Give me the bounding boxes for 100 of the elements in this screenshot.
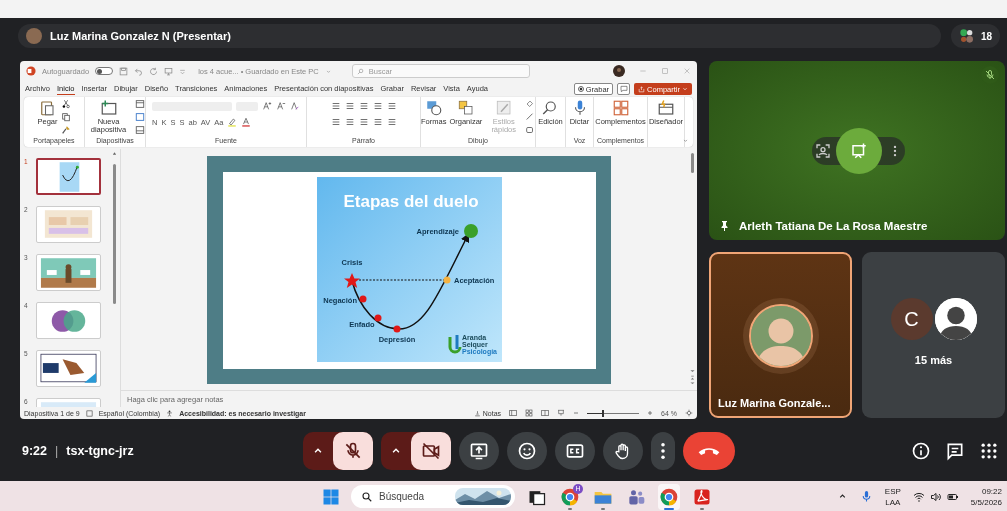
zoom-in-icon[interactable] — [647, 410, 654, 416]
input-language[interactable]: ESP — [884, 486, 901, 496]
styles-icon — [494, 99, 513, 117]
autosave-toggle[interactable] — [95, 67, 114, 75]
accessibility-icon — [166, 409, 174, 417]
slide-icon — [99, 99, 118, 117]
list-icon[interactable] — [358, 101, 369, 111]
chrome-icon — [560, 486, 580, 507]
reactions-button[interactable] — [507, 431, 547, 470]
scroll-up-icon — [111, 151, 117, 156]
frame-icon[interactable] — [814, 143, 831, 159]
scroll-icons[interactable] — [690, 368, 695, 386]
smiley-icon — [517, 440, 537, 461]
reading-view-icon[interactable] — [541, 409, 550, 417]
meeting-time: 9:22 — [22, 443, 48, 458]
presenter-label: Luz Marina Gonzalez N (Presentar) — [50, 30, 231, 42]
effects-icon[interactable] — [525, 125, 535, 135]
search-icon — [356, 68, 364, 75]
screen-pin-icon — [850, 142, 869, 160]
grid-icon — [611, 99, 630, 117]
normal-view-icon[interactable] — [509, 409, 518, 417]
info-icon — [911, 440, 931, 461]
clock-date[interactable]: 5/5/2026 — [970, 497, 1002, 507]
present-button[interactable] — [459, 431, 499, 470]
participants-count: 15 más — [914, 354, 953, 366]
stage-marker — [464, 223, 478, 238]
outline-icon[interactable] — [525, 112, 535, 122]
align-icon[interactable] — [330, 117, 341, 127]
microphone-button[interactable] — [333, 431, 373, 470]
shrink-font-icon[interactable] — [276, 101, 286, 111]
layout-icon[interactable] — [135, 99, 145, 109]
avatar — [613, 65, 625, 77]
section-icon[interactable] — [135, 125, 145, 135]
scissors-icon[interactable] — [60, 99, 71, 109]
slide-title: Etapas del duelo — [343, 191, 479, 211]
zoom-slider-thumb[interactable] — [601, 409, 604, 417]
app-icon — [26, 66, 36, 76]
caret-icon — [682, 86, 688, 92]
align-icon[interactable] — [372, 117, 383, 127]
present-icon[interactable] — [164, 66, 174, 76]
logo-icon — [448, 334, 462, 353]
grow-font-icon[interactable] — [262, 101, 272, 111]
search-icon — [361, 491, 373, 503]
slide-thumbnail[interactable] — [36, 158, 101, 195]
align-icon[interactable] — [358, 117, 369, 127]
avatar — [934, 298, 977, 340]
more-button[interactable] — [651, 431, 675, 470]
font-color-icon[interactable] — [241, 117, 252, 127]
stage-marker — [374, 314, 382, 321]
list-icon[interactable] — [386, 101, 397, 111]
captions-button[interactable] — [555, 431, 595, 470]
slideshow-icon[interactable] — [557, 409, 566, 417]
volume-icon[interactable] — [929, 490, 942, 503]
stage-marker — [443, 276, 451, 283]
clear-format-icon[interactable] — [290, 101, 300, 111]
participant-name: Arleth Tatiana De La Rosa Maestre — [739, 220, 928, 232]
camera-button[interactable] — [411, 431, 451, 470]
stage-marker — [359, 295, 367, 302]
list-icon[interactable] — [372, 101, 383, 111]
list-icon[interactable] — [344, 101, 355, 111]
meeting-code: tsx-tgnc-jrz — [66, 443, 134, 458]
designer-icon — [657, 99, 675, 117]
align-icon[interactable] — [344, 117, 355, 127]
align-icon[interactable] — [386, 117, 397, 127]
star-icon — [344, 272, 360, 288]
avatar — [748, 304, 813, 368]
reset-icon[interactable] — [135, 112, 145, 122]
avatar: C — [890, 298, 933, 340]
mic-off-icon — [343, 440, 363, 461]
stage-marker — [393, 325, 401, 332]
copy-icon[interactable] — [60, 112, 71, 122]
camera-off-icon — [421, 440, 441, 461]
pin-to-screen-button[interactable] — [836, 128, 883, 174]
more-icon — [661, 442, 665, 459]
end-call-button[interactable] — [683, 431, 735, 470]
comments-button[interactable] — [617, 83, 631, 95]
chrome-icon — [659, 486, 679, 507]
fill-icon[interactable] — [525, 99, 535, 109]
mic-off-icon — [984, 69, 996, 81]
fit-icon[interactable] — [685, 409, 693, 417]
participant-name: Luz Marina Gonzale... — [717, 397, 831, 411]
record-icon — [577, 86, 584, 92]
start-icon[interactable] — [322, 487, 340, 506]
phone-icon — [698, 446, 720, 455]
participants-button[interactable]: 18 — [950, 24, 1000, 48]
brush-icon[interactable] — [60, 125, 71, 135]
highlight-icon[interactable] — [227, 117, 238, 127]
info-button[interactable] — [911, 440, 931, 461]
list-icon[interactable] — [330, 101, 341, 111]
raise-hand-button[interactable] — [603, 431, 643, 470]
wifi-icon[interactable] — [912, 490, 925, 503]
spellcheck-icon[interactable] — [85, 409, 93, 417]
separator: | — [55, 443, 59, 458]
clock-time[interactable]: 09:22 — [981, 486, 1002, 496]
sorter-view-icon[interactable] — [525, 409, 534, 417]
keyboard-layout[interactable]: LAA — [885, 497, 901, 507]
comment-icon — [619, 85, 628, 93]
pin-icon — [719, 220, 731, 232]
share-icon — [638, 85, 646, 93]
notes-icon — [473, 409, 481, 417]
